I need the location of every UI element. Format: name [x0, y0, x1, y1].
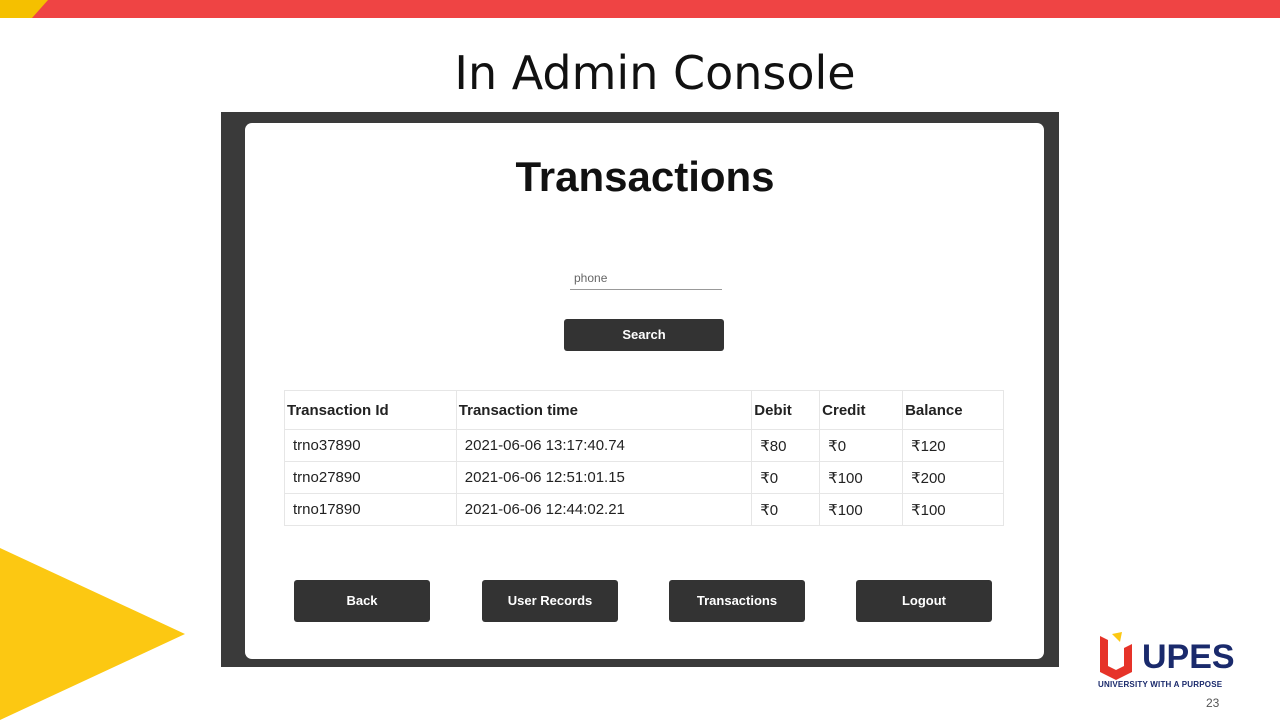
- debit-cell: ₹0: [751, 461, 821, 494]
- table-header-row: Transaction Id Transaction time Debit Cr…: [284, 390, 1004, 430]
- balance-cell: ₹100: [902, 493, 1004, 526]
- top-yellow-notch: [32, 0, 48, 18]
- slide-title: In Admin Console: [454, 46, 856, 100]
- column-header-transaction-id: Transaction Id: [284, 390, 457, 430]
- transaction-time-cell: 2021-06-06 12:44:02.21: [455, 493, 753, 526]
- search-button[interactable]: Search: [564, 319, 724, 351]
- page-title: Transactions: [515, 153, 775, 200]
- yellow-triangle-decoration: [0, 548, 185, 720]
- top-yellow-accent: [0, 0, 32, 18]
- transaction-time-cell: 2021-06-06 12:51:01.15: [455, 461, 753, 494]
- debit-cell: ₹80: [751, 429, 821, 462]
- table-row: trno37890 2021-06-06 13:17:40.74 ₹80 ₹0 …: [284, 429, 1004, 462]
- credit-cell: ₹100: [819, 493, 904, 526]
- credit-cell: ₹100: [819, 461, 904, 494]
- transaction-id-cell: trno27890: [284, 461, 457, 494]
- transaction-time-cell: 2021-06-06 13:17:40.74: [455, 429, 753, 462]
- app-window: Transactions Search Transaction Id Trans…: [245, 123, 1044, 659]
- column-header-transaction-time: Transaction time: [455, 390, 753, 430]
- upes-shield-icon: [1100, 636, 1132, 680]
- user-records-button[interactable]: User Records: [482, 580, 618, 622]
- credit-cell: ₹0: [819, 429, 904, 462]
- transaction-id-cell: trno17890: [284, 493, 457, 526]
- column-header-credit: Credit: [819, 390, 904, 430]
- column-header-debit: Debit: [751, 390, 821, 430]
- upes-flag-icon: [1112, 632, 1122, 642]
- column-header-balance: Balance: [902, 390, 1004, 430]
- debit-cell: ₹0: [751, 493, 821, 526]
- balance-cell: ₹120: [902, 429, 1004, 462]
- balance-cell: ₹200: [902, 461, 1004, 494]
- upes-wordmark: UPES: [1142, 638, 1235, 676]
- page-number: 23: [1206, 696, 1220, 710]
- top-accent-bar: [0, 0, 1280, 18]
- upes-tagline: UNIVERSITY WITH A PURPOSE: [1098, 680, 1223, 689]
- table-row: trno27890 2021-06-06 12:51:01.15 ₹0 ₹100…: [284, 461, 1004, 494]
- transaction-id-cell: trno37890: [284, 429, 457, 462]
- table-row: trno17890 2021-06-06 12:44:02.21 ₹0 ₹100…: [284, 493, 1004, 526]
- logout-button[interactable]: Logout: [856, 580, 992, 622]
- transactions-table: Transaction Id Transaction time Debit Cr…: [284, 390, 1004, 526]
- phone-search-input[interactable]: [570, 267, 722, 290]
- back-button[interactable]: Back: [294, 580, 430, 622]
- transactions-button[interactable]: Transactions: [669, 580, 805, 622]
